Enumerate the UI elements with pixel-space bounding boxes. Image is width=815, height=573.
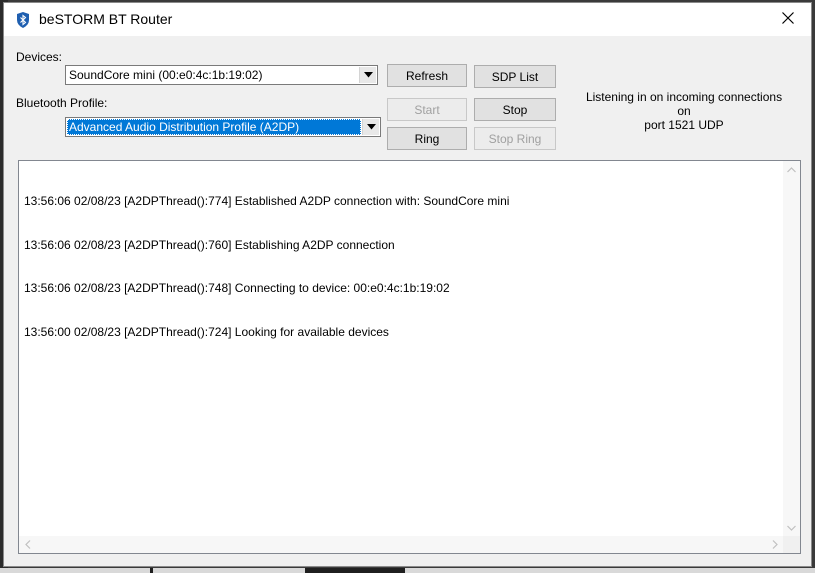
background-taskbar-edge bbox=[0, 568, 815, 573]
stop-button[interactable]: Stop bbox=[474, 98, 556, 121]
close-button[interactable] bbox=[765, 3, 811, 36]
router-window: beSTORM BT Router Devices: SoundCore min… bbox=[3, 2, 812, 567]
window-title: beSTORM BT Router bbox=[39, 11, 173, 27]
status-line-2: port 1521 UDP bbox=[644, 118, 724, 132]
chevron-down-icon[interactable] bbox=[362, 119, 379, 135]
title-bar: beSTORM BT Router bbox=[4, 3, 811, 36]
log-line: 13:56:06 02/08/23 [A2DPThread():774] Est… bbox=[24, 194, 510, 208]
status-line-1: Listening in on incoming connections on bbox=[585, 90, 783, 118]
sdp-list-button[interactable]: SDP List bbox=[474, 65, 556, 88]
scroll-down-icon[interactable] bbox=[783, 519, 800, 536]
scroll-up-icon[interactable] bbox=[783, 161, 800, 178]
listening-status: Listening in on incoming connections on … bbox=[578, 90, 790, 132]
scroll-left-icon[interactable] bbox=[19, 536, 36, 553]
log-line: 13:56:00 02/08/23 [A2DPThread():724] Loo… bbox=[24, 324, 389, 339]
devices-label: Devices: bbox=[16, 50, 63, 64]
log-output[interactable]: 13:56:06 02/08/23 [A2DPThread():774] Est… bbox=[18, 160, 801, 554]
bluetooth-shield-icon bbox=[16, 12, 30, 28]
vertical-scrollbar[interactable] bbox=[783, 161, 800, 536]
devices-selected-value: SoundCore mini (00:e0:4c:1b:19:02) bbox=[69, 68, 263, 82]
close-icon bbox=[782, 12, 794, 27]
chevron-down-icon[interactable] bbox=[359, 67, 376, 83]
stop-ring-button[interactable]: Stop Ring bbox=[474, 127, 556, 150]
ring-button[interactable]: Ring bbox=[387, 127, 467, 150]
profile-label: Bluetooth Profile: bbox=[16, 96, 108, 110]
log-lines: 13:56:06 02/08/23 [A2DPThread():774] Est… bbox=[24, 165, 509, 368]
refresh-button[interactable]: Refresh bbox=[387, 64, 467, 87]
profile-selected-value: Advanced Audio Distribution Profile (A2D… bbox=[67, 119, 361, 135]
log-line: 13:56:06 02/08/23 [A2DPThread():760] Est… bbox=[24, 237, 395, 252]
scrollbar-corner bbox=[783, 536, 800, 553]
horizontal-scrollbar[interactable] bbox=[19, 536, 783, 553]
devices-dropdown[interactable]: SoundCore mini (00:e0:4c:1b:19:02) bbox=[65, 65, 378, 85]
scroll-right-icon[interactable] bbox=[766, 536, 783, 553]
start-button[interactable]: Start bbox=[387, 98, 467, 121]
log-line: 13:56:06 02/08/23 [A2DPThread():748] Con… bbox=[24, 281, 450, 295]
profile-dropdown[interactable]: Advanced Audio Distribution Profile (A2D… bbox=[65, 117, 381, 137]
